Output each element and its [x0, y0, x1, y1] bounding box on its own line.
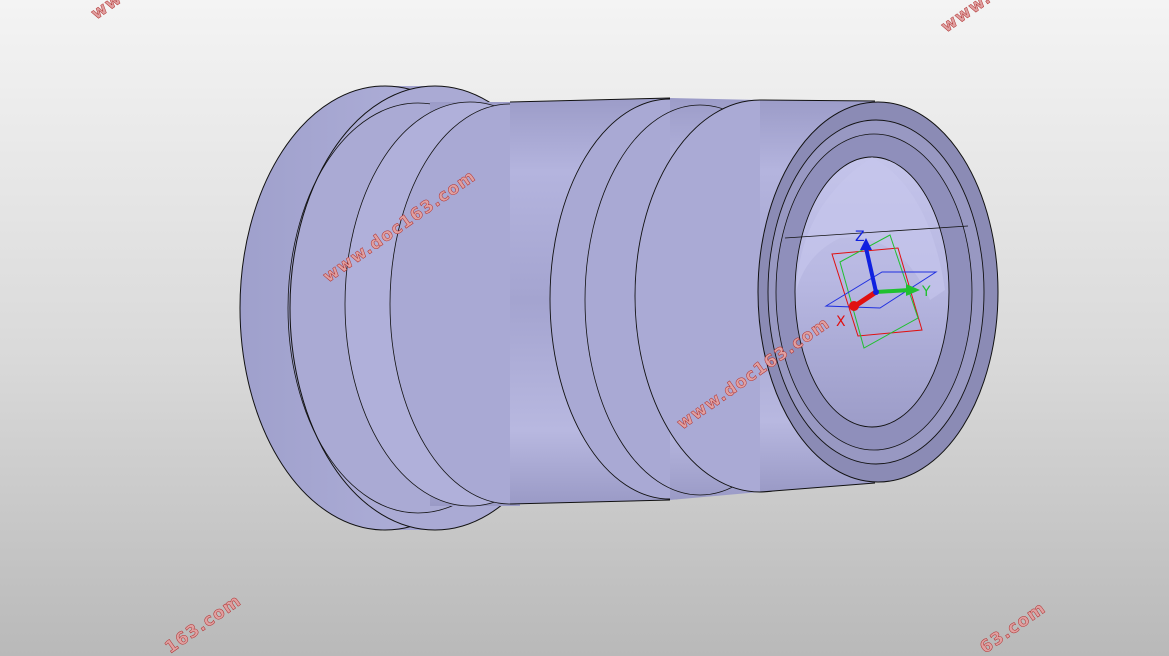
watermark-bottom-left: 163.com	[161, 591, 245, 656]
z-axis-label: Z	[855, 229, 865, 245]
y-axis-label: Y	[921, 284, 931, 300]
3d-viewport[interactable]: Z Y X www www. www.doc163.com www.doc163…	[0, 0, 1169, 656]
bushing-part[interactable]	[239, 85, 999, 531]
watermark-top-right: www.	[937, 0, 995, 37]
model-canvas[interactable]: Z Y X www www. www.doc163.com www.doc163…	[0, 0, 1169, 656]
y-axis	[875, 288, 911, 294]
watermark-top-left: www	[87, 0, 140, 24]
x-arrow-icon	[849, 301, 859, 311]
watermark-bottom-right: 63.com	[976, 598, 1049, 656]
triad-origin	[873, 289, 879, 295]
x-axis-label: X	[836, 314, 846, 330]
